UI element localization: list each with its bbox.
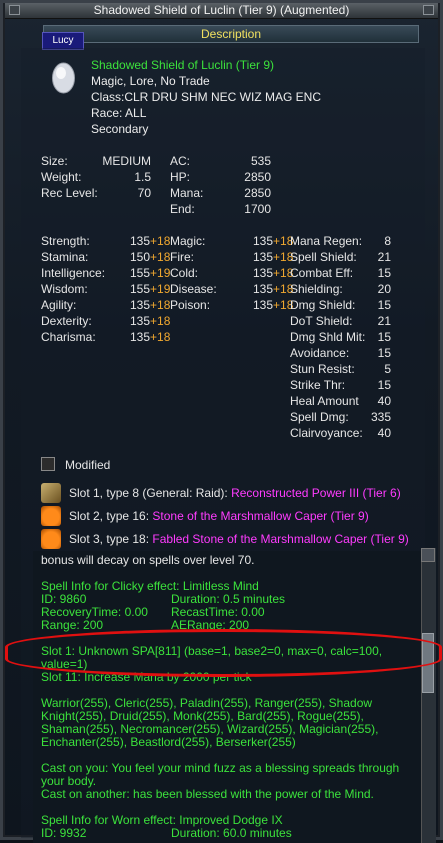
stamina-label: Stamina: bbox=[41, 250, 89, 264]
spell-dmg-value: 335 bbox=[370, 410, 391, 424]
item-classes: Class:CLR DRU SHM NEC WIZ MAG ENC bbox=[91, 90, 322, 104]
size-value: MEDIUM bbox=[102, 154, 151, 168]
worn-duration: Duration: 60.0 minutes bbox=[171, 826, 292, 840]
clairvoyance-value: 40 bbox=[377, 426, 391, 440]
combat-eff-label: Combat Eff: bbox=[290, 266, 354, 280]
hp-label: HP: bbox=[170, 170, 191, 184]
end-value: 1700 bbox=[244, 202, 271, 216]
pumpkin-icon[interactable] bbox=[41, 506, 61, 526]
avoidance-value: 15 bbox=[377, 346, 391, 360]
pumpkin-icon[interactable] bbox=[41, 529, 61, 549]
shielding-value: 20 bbox=[377, 282, 391, 296]
wisdom-label: Wisdom: bbox=[41, 282, 88, 296]
dmg-shield-value: 15 bbox=[377, 298, 391, 312]
size-label: Size: bbox=[41, 154, 68, 168]
strength-value: 135+18 bbox=[130, 234, 171, 248]
title-bar[interactable]: Shadowed Shield of Luclin (Tier 9) (Augm… bbox=[5, 3, 438, 19]
magic-resist-value: 135+18 bbox=[253, 234, 294, 248]
combat-eff-value: 15 bbox=[377, 266, 391, 280]
poison-resist-label: Poison: bbox=[170, 298, 211, 312]
dmg-shield-label: Dmg Shield: bbox=[290, 298, 356, 312]
aug-slot-2[interactable]: Slot 2, type 16: Stone of the Marshmallo… bbox=[69, 509, 369, 524]
highlight-ellipse bbox=[5, 629, 442, 677]
cast-on-other: Cast on another: has been blessed with t… bbox=[41, 787, 374, 801]
scroll-up-icon[interactable] bbox=[421, 548, 435, 562]
aug-slot-1[interactable]: Slot 1, type 8 (General: Raid): Reconstr… bbox=[69, 486, 401, 501]
spell-classes: Warrior(255), Cleric(255), Paladin(255),… bbox=[41, 696, 379, 749]
stamina-value: 150+18 bbox=[130, 250, 171, 264]
wisdom-value: 155+19 bbox=[130, 282, 171, 296]
fire-resist-value: 135+18 bbox=[253, 250, 294, 264]
avoidance-label: Avoidance: bbox=[290, 346, 350, 360]
disease-resist-value: 135+18 bbox=[253, 282, 294, 296]
bonus-decay-text: bonus will decay on spells over level 70… bbox=[41, 553, 255, 567]
stun-resist-value: 5 bbox=[384, 362, 391, 376]
ac-label: AC: bbox=[170, 154, 191, 168]
item-race: Race: ALL bbox=[91, 106, 147, 120]
mana-value: 2850 bbox=[244, 186, 271, 200]
intelligence-value: 155+19 bbox=[130, 266, 171, 280]
poison-resist-value: 135+18 bbox=[253, 298, 294, 312]
dmg-shld-mit-value: 15 bbox=[377, 330, 391, 344]
charisma-value: 135+18 bbox=[130, 330, 171, 344]
heal-amount-value: 40 bbox=[377, 394, 391, 408]
item-flags: Magic, Lore, No Trade bbox=[91, 74, 210, 88]
strike-thr-value: 15 bbox=[377, 378, 391, 392]
tab-description-label: Description bbox=[200, 27, 262, 41]
agility-value: 135+18 bbox=[130, 298, 171, 312]
spell-shield-label: Spell Shield: bbox=[290, 250, 357, 264]
dot-shield-label: DoT Shield: bbox=[290, 314, 353, 328]
strength-label: Strength: bbox=[41, 234, 90, 248]
cold-resist-label: Cold: bbox=[170, 266, 199, 280]
reclevel-value: 70 bbox=[137, 186, 151, 200]
ac-value: 535 bbox=[250, 154, 271, 168]
mana-regen-value: 8 bbox=[384, 234, 391, 248]
close-icon[interactable] bbox=[423, 5, 434, 15]
modified-checkbox[interactable] bbox=[41, 457, 55, 471]
weight-value: 1.5 bbox=[134, 170, 151, 184]
agility-label: Agility: bbox=[41, 298, 77, 312]
aug-slot-3[interactable]: Slot 3, type 18: Fabled Stone of the Mar… bbox=[69, 532, 409, 547]
cast-on-you: Cast on you: You feel your mind fuzz as … bbox=[41, 761, 400, 788]
dexterity-label: Dexterity: bbox=[41, 314, 92, 328]
heal-amount-label: Heal Amount bbox=[290, 394, 359, 408]
magic-resist-label: Magic: bbox=[170, 234, 206, 248]
item-window: Shadowed Shield of Luclin (Tier 9) (Augm… bbox=[0, 0, 443, 843]
tab-description[interactable]: Description bbox=[43, 25, 419, 43]
clairvoyance-label: Clairvoyance: bbox=[290, 426, 363, 440]
mana-label: Mana: bbox=[170, 186, 204, 200]
window-title: Shadowed Shield of Luclin (Tier 9) (Augm… bbox=[93, 3, 350, 17]
hp-value: 2850 bbox=[244, 170, 271, 184]
end-label: End: bbox=[170, 202, 195, 216]
intelligence-label: Intelligence: bbox=[41, 266, 106, 280]
charisma-label: Charisma: bbox=[41, 330, 96, 344]
spell-shield-value: 21 bbox=[377, 250, 391, 264]
stun-resist-label: Stun Resist: bbox=[290, 362, 355, 376]
item-name: Shadowed Shield of Luclin (Tier 9) bbox=[91, 58, 274, 72]
item-slot: Secondary bbox=[91, 122, 149, 136]
cold-resist-value: 135+18 bbox=[253, 266, 294, 280]
fire-resist-label: Fire: bbox=[170, 250, 194, 264]
weight-label: Weight: bbox=[41, 170, 82, 184]
scrollbar[interactable] bbox=[421, 548, 436, 843]
strike-thr-label: Strike Thr: bbox=[290, 378, 346, 392]
dot-shield-value: 21 bbox=[377, 314, 391, 328]
mana-regen-label: Mana Regen: bbox=[290, 234, 363, 248]
modified-label: Modified bbox=[65, 458, 111, 472]
gem-icon[interactable] bbox=[41, 483, 61, 503]
spell-dmg-label: Spell Dmg: bbox=[290, 410, 349, 424]
shield-icon bbox=[52, 62, 75, 94]
disease-resist-label: Disease: bbox=[170, 282, 217, 296]
dexterity-value: 135+18 bbox=[130, 314, 171, 328]
shielding-label: Shielding: bbox=[290, 282, 343, 296]
